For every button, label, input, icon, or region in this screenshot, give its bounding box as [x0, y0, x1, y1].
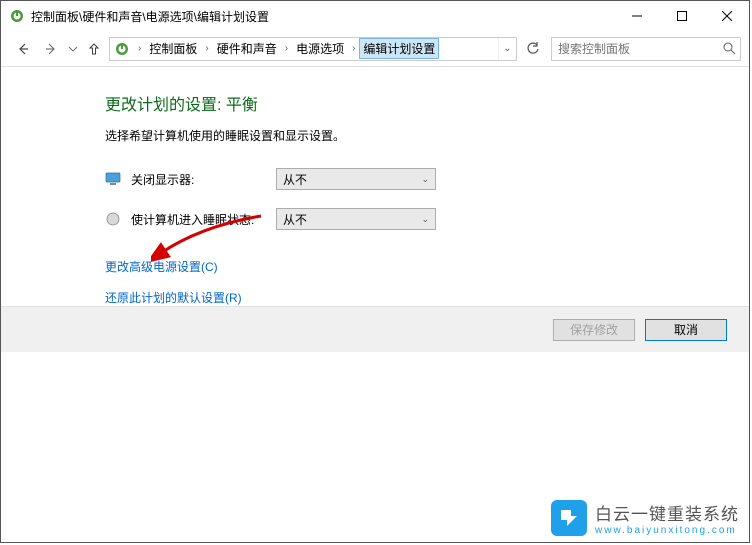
nav-up-button[interactable] — [83, 35, 105, 63]
window-controls — [614, 1, 749, 31]
titlebar: 控制面板\硬件和声音\电源选项\编辑计划设置 — [1, 1, 749, 31]
setting-label: 使计算机进入睡眠状态: — [131, 211, 276, 228]
button-bar: 保存修改 取消 — [1, 306, 749, 352]
breadcrumb-item[interactable]: 控制面板 — [145, 38, 201, 59]
breadcrumb-bar[interactable]: › 控制面板 › 硬件和声音 › 电源选项 › 编辑计划设置 ⌄ — [109, 37, 517, 61]
setting-row-sleep: 使计算机进入睡眠状态: 从不 ⌄ — [105, 208, 749, 230]
page-subtext: 选择希望计算机使用的睡眠设置和显示设置。 — [105, 127, 749, 144]
cancel-button[interactable]: 取消 — [645, 319, 727, 341]
minimize-button[interactable] — [614, 1, 659, 31]
content-area: 更改计划的设置: 平衡 选择希望计算机使用的睡眠设置和显示设置。 关闭显示器: … — [1, 67, 749, 306]
nav-recent-dropdown[interactable] — [65, 35, 81, 63]
close-button[interactable] — [704, 1, 749, 31]
save-button[interactable]: 保存修改 — [553, 319, 635, 341]
power-options-icon — [9, 8, 25, 24]
setting-row-display: 关闭显示器: 从不 ⌄ — [105, 168, 749, 190]
breadcrumb-dropdown[interactable]: ⌄ — [498, 38, 516, 60]
power-options-icon — [114, 41, 130, 57]
restore-defaults-link[interactable]: 还原此计划的默认设置(R) — [105, 289, 749, 306]
breadcrumb-item[interactable]: 电源选项 — [292, 38, 348, 59]
page-heading: 更改计划的设置: 平衡 — [105, 91, 749, 115]
maximize-button[interactable] — [659, 1, 704, 31]
nav-forward-button[interactable] — [37, 35, 65, 63]
chevron-down-icon: ⌄ — [421, 214, 429, 225]
watermark-url: www.baiyunxitong.com — [595, 525, 739, 536]
chevron-right-icon[interactable]: › — [201, 43, 212, 54]
breadcrumb-item-current[interactable]: 编辑计划设置 — [359, 38, 439, 59]
breadcrumb-item[interactable]: 硬件和声音 — [213, 38, 281, 59]
watermark-text: 白云一键重装系统 www.baiyunxitong.com — [595, 500, 739, 536]
chevron-right-icon[interactable]: › — [134, 43, 145, 54]
chevron-down-icon: ⌄ — [421, 174, 429, 185]
monitor-icon — [105, 171, 121, 187]
select-value: 从不 — [283, 171, 307, 188]
refresh-button[interactable] — [521, 37, 545, 61]
search-box[interactable] — [551, 37, 741, 61]
display-timeout-select[interactable]: 从不 ⌄ — [276, 168, 436, 190]
sleep-icon — [105, 211, 121, 227]
chevron-right-icon[interactable]: › — [348, 43, 359, 54]
chevron-right-icon[interactable]: › — [281, 43, 292, 54]
search-icon[interactable] — [719, 38, 740, 60]
setting-label: 关闭显示器: — [131, 171, 276, 188]
watermark-logo-icon — [551, 500, 587, 536]
navbar: › 控制面板 › 硬件和声音 › 电源选项 › 编辑计划设置 ⌄ — [1, 31, 749, 67]
search-input[interactable] — [552, 42, 719, 56]
watermark-title: 白云一键重装系统 — [595, 500, 739, 525]
advanced-power-settings-link[interactable]: 更改高级电源设置(C) — [105, 258, 749, 275]
window-frame: 控制面板\硬件和声音\电源选项\编辑计划设置 › 控制面板 › 硬件和声音 › … — [0, 0, 750, 543]
nav-back-button[interactable] — [9, 35, 37, 63]
window-title: 控制面板\硬件和声音\电源选项\编辑计划设置 — [31, 8, 614, 25]
watermark: 白云一键重装系统 www.baiyunxitong.com — [551, 500, 739, 536]
sleep-timeout-select[interactable]: 从不 ⌄ — [276, 208, 436, 230]
select-value: 从不 — [283, 211, 307, 228]
